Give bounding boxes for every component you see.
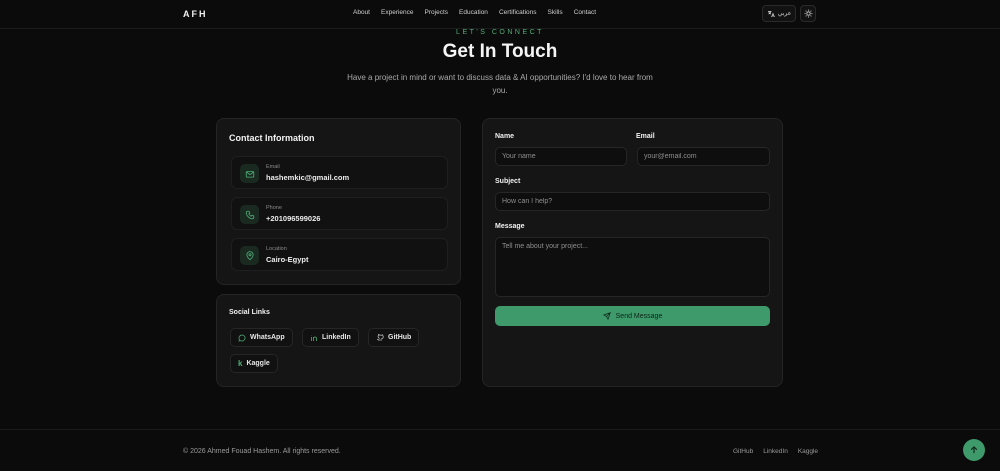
social-button-github[interactable]: GitHub <box>368 328 420 347</box>
github-icon <box>377 333 384 341</box>
contact-info-title: Contact Information <box>229 133 315 143</box>
message-label: Message <box>495 223 525 230</box>
scroll-to-top-button[interactable] <box>963 439 985 461</box>
subject-label: Subject <box>495 178 521 185</box>
name-input[interactable] <box>495 147 627 166</box>
name-label: Name <box>495 133 515 140</box>
social-button-label: Kaggle <box>246 360 270 367</box>
linkedin-icon <box>311 335 317 341</box>
social-links-card: Social Links WhatsApp LinkedIn GitHub k … <box>216 294 461 387</box>
top-navbar: AFH About Experience Projects Education … <box>0 0 1000 29</box>
theme-toggle-button[interactable] <box>800 5 816 22</box>
contact-value: hashemkic@gmail.com <box>266 173 350 182</box>
social-links-title: Social Links <box>229 309 270 316</box>
contact-label: Location <box>266 246 287 252</box>
footer-link-kaggle[interactable]: Kaggle <box>798 448 818 455</box>
social-button-kaggle[interactable]: k Kaggle <box>230 354 278 373</box>
footer-link-github[interactable]: GitHub <box>733 448 753 455</box>
contact-label: Email <box>266 164 280 170</box>
social-button-label: WhatsApp <box>250 334 285 341</box>
social-button-label: LinkedIn <box>322 334 351 341</box>
nav-link-certifications[interactable]: Certifications <box>499 9 537 16</box>
nav-link-about[interactable]: About <box>353 9 370 16</box>
nav-link-education[interactable]: Education <box>459 9 488 16</box>
contact-info-card: Contact Information Email hashemkic@gmai… <box>216 118 461 285</box>
contact-item-phone[interactable]: Phone +201096599026 <box>231 197 448 230</box>
nav-link-projects[interactable]: Projects <box>425 9 448 16</box>
footer: © 2026 Ahmed Fouad Hashem. All rights re… <box>0 429 1000 471</box>
mail-icon <box>240 164 259 183</box>
arrow-up-icon <box>970 446 978 454</box>
social-button-linkedin[interactable]: LinkedIn <box>302 328 359 347</box>
kaggle-icon: k <box>238 359 243 368</box>
map-pin-icon <box>240 246 259 265</box>
phone-icon <box>240 205 259 224</box>
site-logo[interactable]: AFH <box>183 9 208 19</box>
language-toggle-button[interactable]: عربي <box>762 5 796 22</box>
subject-input[interactable] <box>495 192 770 211</box>
send-message-label: Send Message <box>615 312 663 320</box>
section-eyebrow: LET'S CONNECT <box>456 29 544 36</box>
page-title: Get In Touch <box>442 41 558 62</box>
language-label: عربي <box>777 11 792 17</box>
contact-item-location[interactable]: Location Cairo-Egypt <box>231 238 448 271</box>
nav-links: About Experience Projects Education Cert… <box>353 9 596 16</box>
footer-links: GitHub LinkedIn Kaggle <box>733 448 818 455</box>
email-label: Email <box>636 133 655 140</box>
contact-label: Phone <box>266 205 282 211</box>
whatsapp-icon <box>238 334 246 341</box>
footer-link-linkedin[interactable]: LinkedIn <box>763 448 788 455</box>
copyright-text: © 2026 Ahmed Fouad Hashem. All rights re… <box>183 448 341 455</box>
send-icon <box>602 312 611 320</box>
translate-icon <box>767 10 775 17</box>
nav-link-skills[interactable]: Skills <box>548 9 563 16</box>
email-input[interactable] <box>637 147 770 166</box>
send-message-button[interactable]: Send Message <box>495 306 770 326</box>
nav-link-contact[interactable]: Contact <box>574 9 596 16</box>
contact-item-email[interactable]: Email hashemkic@gmail.com <box>231 156 448 189</box>
contact-value: Cairo-Egypt <box>266 255 309 264</box>
social-button-label: GitHub <box>388 334 412 341</box>
nav-link-experience[interactable]: Experience <box>381 9 414 16</box>
page-subtitle: Have a project in mind or want to discus… <box>347 73 653 95</box>
social-button-whatsapp[interactable]: WhatsApp <box>230 328 293 347</box>
contact-value: +201096599026 <box>266 214 321 223</box>
sun-icon <box>804 9 812 18</box>
message-textarea[interactable] <box>495 237 770 297</box>
